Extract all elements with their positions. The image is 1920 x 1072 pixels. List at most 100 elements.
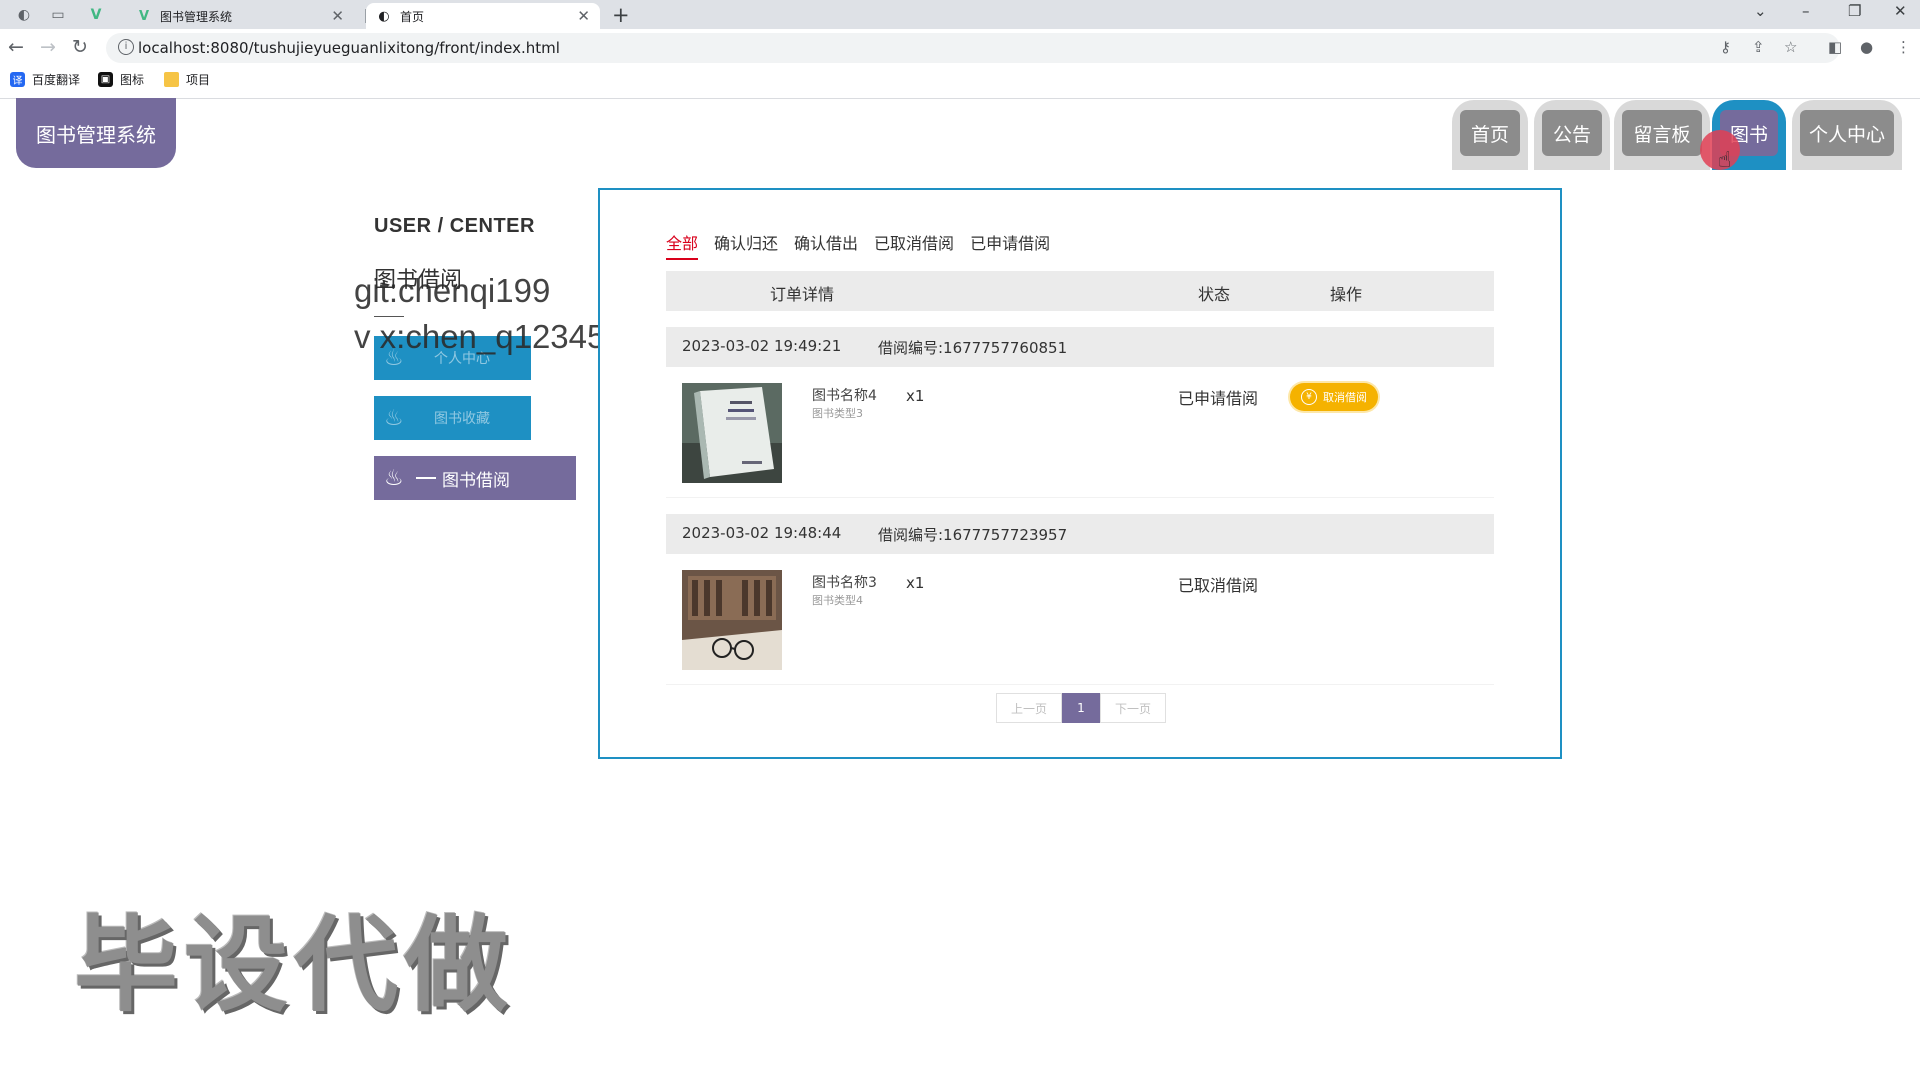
nav-label: 个人中心 bbox=[1800, 110, 1894, 156]
col-order-details: 订单详情 bbox=[770, 285, 835, 304]
order-card: 2023-03-02 19:48:44 借阅编号:1677757723957 图… bbox=[666, 514, 1494, 685]
pinned-tab-vue-icon[interactable]: V bbox=[82, 3, 110, 27]
book-name: 图书名称4 bbox=[812, 388, 877, 404]
orders-table-header: 订单详情 状态 操作 bbox=[666, 271, 1494, 311]
nav-personal-center[interactable]: 个人中心 bbox=[1792, 100, 1902, 170]
watermark-git: git:chenqi199 bbox=[354, 272, 551, 309]
order-body: 图书名称3 图书类型4 x1 已取消借阅 bbox=[666, 554, 1494, 685]
close-window-icon[interactable]: ✕ bbox=[1894, 2, 1907, 20]
nav-home[interactable]: 首页 bbox=[1452, 100, 1528, 170]
book-type: 图书类型3 bbox=[812, 407, 863, 420]
tab-confirm-return[interactable]: 确认归还 bbox=[714, 230, 778, 260]
book-type: 图书类型4 bbox=[812, 594, 863, 607]
bookmark-star-icon[interactable]: ☆ bbox=[1784, 38, 1797, 56]
sidebar-item-label: 图书收藏 bbox=[434, 411, 490, 427]
bookmark-label: 百度翻译 bbox=[32, 73, 81, 87]
site-info-icon[interactable]: i bbox=[118, 39, 134, 55]
image-icon: ▣ bbox=[98, 72, 113, 87]
col-status: 状态 bbox=[1198, 285, 1231, 304]
close-tab-icon[interactable]: ✕ bbox=[577, 7, 590, 25]
nav-label: 留言板 bbox=[1622, 110, 1702, 156]
translate-icon: 译 bbox=[10, 72, 25, 87]
active-dash bbox=[416, 477, 436, 479]
folder-icon bbox=[164, 72, 179, 87]
order-body: 图书名称4 图书类型3 x1 已申请借阅 ¥ 取消借阅 bbox=[666, 367, 1494, 498]
forward-arrow-icon[interactable]: → bbox=[40, 35, 56, 59]
share-icon[interactable]: ⇪ bbox=[1752, 38, 1765, 56]
url-text[interactable]: localhost:8080/tushujieyueguanlixitong/f… bbox=[138, 39, 560, 57]
next-page-button[interactable]: 下一页 bbox=[1100, 693, 1166, 723]
nav-announcements[interactable]: 公告 bbox=[1534, 100, 1610, 170]
order-header: 2023-03-02 19:49:21 借阅编号:1677757760851 bbox=[666, 327, 1494, 367]
order-number: 借阅编号:1677757723957 bbox=[878, 526, 1068, 544]
profile-avatar-icon[interactable]: ● bbox=[1860, 38, 1873, 56]
new-tab-icon[interactable]: + bbox=[612, 3, 630, 27]
tab-title: 图书管理系统 bbox=[160, 9, 233, 24]
key-icon[interactable]: ⚷ bbox=[1720, 38, 1731, 56]
bookmarks-bar: 译 百度翻译 ▣ 图标 项目 bbox=[0, 66, 1920, 99]
bookmark-icons[interactable]: ▣ 图标 bbox=[98, 71, 144, 88]
current-page-button[interactable]: 1 bbox=[1062, 693, 1100, 723]
flame-icon: ♨ bbox=[384, 405, 404, 431]
prev-page-button[interactable]: 上一页 bbox=[996, 693, 1062, 723]
order-header: 2023-03-02 19:48:44 借阅编号:1677757723957 bbox=[666, 514, 1494, 554]
watermark-big: 毕设代做 bbox=[74, 904, 515, 1026]
order-card: 2023-03-02 19:49:21 借阅编号:1677757760851 图… bbox=[666, 327, 1494, 498]
book-quantity: x1 bbox=[906, 574, 925, 592]
browser-toolbar: ← → ↻ i localhost:8080/tushujieyueguanli… bbox=[0, 29, 1920, 66]
pagination: 上一页 1 下一页 bbox=[996, 693, 1166, 723]
pinned-tab-blank-icon[interactable]: ▭ bbox=[44, 3, 72, 27]
yen-icon: ¥ bbox=[1301, 389, 1317, 405]
side-panel-icon[interactable]: ◧ bbox=[1828, 38, 1842, 56]
reload-icon[interactable]: ↻ bbox=[72, 35, 88, 59]
vue-icon: V bbox=[138, 8, 150, 24]
order-number: 借阅编号:1677757760851 bbox=[878, 339, 1068, 357]
borrow-orders-panel: 全部 确认归还 确认借出 已取消借阅 已申请借阅 订单详情 状态 操作 2023… bbox=[598, 188, 1562, 759]
close-tab-icon[interactable]: ✕ bbox=[331, 7, 344, 25]
watermark-vx: v x:chen_q123456 bbox=[354, 318, 624, 355]
cancel-borrow-button[interactable]: ¥ 取消借阅 bbox=[1290, 383, 1378, 411]
order-status: 已申请借阅 bbox=[1178, 389, 1259, 408]
book-name: 图书名称3 bbox=[812, 575, 877, 591]
subtitle-underline bbox=[374, 316, 404, 317]
book-cover-image[interactable] bbox=[682, 383, 782, 483]
tab-cancelled[interactable]: 已取消借阅 bbox=[874, 230, 954, 260]
book-cover-image[interactable] bbox=[682, 570, 782, 670]
nav-message-board[interactable]: 留言板 bbox=[1614, 100, 1710, 170]
browser-tab-strip: ◐ ▭ V V 图书管理系统 ✕ ◐ 首页 ✕ + ⌄ – ❐ ✕ bbox=[0, 0, 1920, 29]
browser-tab-system[interactable]: V 图书管理系统 ✕ bbox=[126, 3, 354, 29]
flame-icon: ♨ bbox=[384, 465, 404, 491]
restore-icon[interactable]: ❐ bbox=[1848, 2, 1861, 20]
book-quantity: x1 bbox=[906, 387, 925, 405]
site-logo[interactable]: 图书管理系统 bbox=[16, 98, 176, 168]
nav-label: 公告 bbox=[1542, 110, 1602, 156]
more-menu-icon[interactable]: ⋮ bbox=[1896, 38, 1911, 56]
hand-cursor-icon: ☝ bbox=[1718, 148, 1732, 173]
order-status: 已取消借阅 bbox=[1178, 576, 1259, 595]
globe-icon: ◐ bbox=[378, 8, 390, 24]
bookmark-project[interactable]: 项目 bbox=[164, 71, 210, 88]
tab-all[interactable]: 全部 bbox=[666, 230, 699, 260]
sidebar-item-book-favorites[interactable]: ♨ 图书收藏 bbox=[374, 396, 531, 440]
tab-applied[interactable]: 已申请借阅 bbox=[970, 230, 1050, 260]
minimize-icon[interactable]: – bbox=[1802, 2, 1810, 20]
order-time: 2023-03-02 19:49:21 bbox=[682, 337, 842, 355]
tab-search-chevron-icon[interactable]: ⌄ bbox=[1754, 2, 1767, 20]
address-bar[interactable]: i localhost:8080/tushujieyueguanlixitong… bbox=[106, 33, 1840, 63]
tab-title: 首页 bbox=[400, 9, 425, 24]
order-time: 2023-03-02 19:48:44 bbox=[682, 524, 842, 542]
tab-confirm-lend[interactable]: 确认借出 bbox=[794, 230, 858, 260]
back-arrow-icon[interactable]: ← bbox=[8, 35, 24, 59]
filter-tabs: 全部 确认归还 确认借出 已取消借阅 已申请借阅 bbox=[666, 230, 1066, 260]
nav-label: 首页 bbox=[1460, 110, 1520, 156]
pinned-tab-globe-icon[interactable]: ◐ bbox=[10, 3, 38, 27]
user-center-title: USER / CENTER bbox=[374, 215, 535, 237]
col-action: 操作 bbox=[1330, 285, 1363, 304]
sidebar-item-label: 图书借阅 bbox=[442, 470, 510, 491]
bookmark-label: 项目 bbox=[186, 73, 211, 87]
bookmark-label: 图标 bbox=[120, 73, 145, 87]
bookmark-translate[interactable]: 译 百度翻译 bbox=[10, 71, 80, 88]
browser-tab-home[interactable]: ◐ 首页 ✕ bbox=[366, 3, 600, 29]
cancel-borrow-label: 取消借阅 bbox=[1323, 391, 1367, 404]
sidebar-item-book-borrowing[interactable]: ♨ 图书借阅 bbox=[374, 456, 576, 500]
